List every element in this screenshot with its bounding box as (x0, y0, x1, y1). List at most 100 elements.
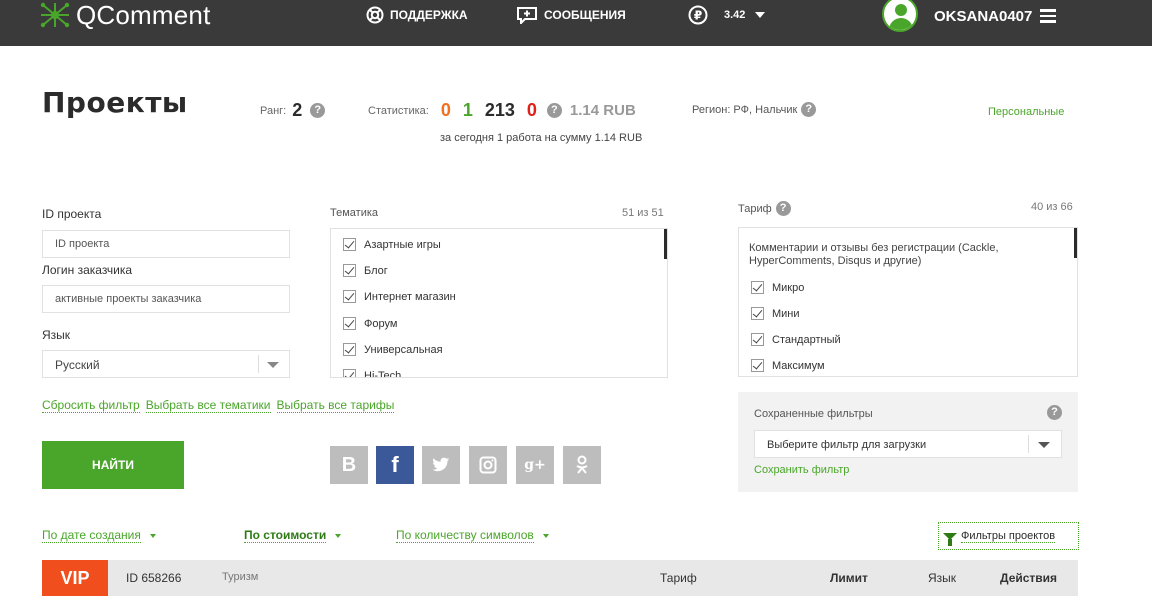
checkbox[interactable] (343, 369, 356, 377)
checkbox[interactable] (343, 317, 356, 330)
tariff-group-label: Комментарии и отзывы без регистрации (Ca… (749, 242, 999, 267)
chevron-down-icon (267, 362, 279, 368)
stats-rub: 1.14 RUB (569, 102, 636, 119)
topic-item[interactable]: Азартные игры (343, 238, 441, 251)
help-icon[interactable]: ? (775, 201, 791, 216)
tariff-item[interactable]: Стандартный (751, 333, 841, 346)
tariff-label: Мини (772, 307, 800, 320)
message-icon (517, 7, 537, 24)
sort-by-chars-label: По количеству символов (396, 528, 534, 543)
region: Регион: РФ, Нальчик ? (692, 102, 817, 117)
project-id-input[interactable]: ID проекта (42, 230, 290, 258)
balance-dropdown[interactable]: ₽ 3.42 (688, 5, 766, 25)
chevron-down-icon (335, 533, 342, 538)
personal-link[interactable]: Персональные (988, 106, 1064, 118)
twitter-icon[interactable] (422, 446, 460, 484)
tariff-list[interactable]: Комментарии и отзывы без регистрации (Ca… (738, 227, 1078, 377)
hamburger-icon[interactable] (1040, 9, 1057, 23)
project-topic: Туризм (222, 571, 259, 583)
topic-label: Блог (364, 264, 388, 277)
region-label: Регион: РФ, Нальчик (692, 103, 798, 116)
project-filters-button[interactable]: Фильтры проектов (938, 522, 1079, 550)
project-id: ID 658266 (126, 571, 182, 585)
topic-item[interactable]: Форум (343, 317, 397, 330)
saved-filters-panel: Сохраненные фильтры ? Выберите фильтр дл… (738, 392, 1078, 492)
column-actions: Действия (1000, 571, 1058, 585)
sort-by-date-label: По дате создания (42, 528, 141, 543)
google-plus-icon[interactable]: g+ (516, 446, 554, 484)
find-button[interactable]: НАЙТИ (42, 441, 184, 489)
tariff-item[interactable]: Мини (751, 307, 800, 320)
topic-label: Форум (364, 317, 398, 330)
chevron-down-icon (1038, 442, 1050, 448)
topic-label: Универсальная (364, 343, 443, 356)
instagram-icon[interactable] (469, 446, 507, 484)
topic-item[interactable]: Блог (343, 264, 388, 277)
column-tariff: Тариф (660, 571, 697, 585)
ruble-icon: ₽ (688, 5, 708, 25)
checkbox[interactable] (751, 333, 764, 346)
topic-item[interactable]: Интернет магазин (343, 290, 456, 303)
nav-messages[interactable]: СООБЩЕНИЯ (516, 6, 626, 24)
checkbox[interactable] (343, 290, 356, 303)
customer-login-input[interactable]: активные проекты заказчика (42, 285, 290, 313)
logo-icon (40, 2, 70, 28)
select-all-topics-link[interactable]: Выбрать все тематики (145, 398, 271, 413)
help-icon[interactable]: ? (801, 102, 817, 117)
avatar (882, 0, 918, 32)
table-row[interactable]: VIP ID 658266 Туризм Тариф Лимит Язык Де… (42, 560, 1078, 596)
save-filter-link[interactable]: Сохранить фильтр (754, 464, 849, 476)
project-filters-label: Фильтры проектов (961, 529, 1056, 543)
topics-list[interactable]: Азартные игры Блог Интернет магазин Фору… (330, 228, 668, 378)
stat-value: 0 (440, 100, 451, 120)
checkbox[interactable] (343, 238, 356, 251)
stat-value: 0 (526, 100, 537, 120)
rank-value: 2 (292, 100, 303, 120)
checkbox[interactable] (751, 307, 764, 320)
checkbox[interactable] (751, 281, 764, 294)
topic-label: Интернет магазин (364, 290, 456, 303)
tariff-title: Тариф ? (738, 201, 791, 216)
tariff-label: Микро (772, 281, 805, 294)
saved-filters-title: Сохраненные фильтры (754, 408, 873, 420)
page-title: Проекты (42, 86, 188, 119)
topic-label: Азартные игры (364, 238, 441, 251)
stat-value: 1 (462, 100, 473, 120)
tariff-item[interactable]: Максимум (751, 359, 825, 372)
reset-filter-link[interactable]: Сбросить фильтр (42, 398, 140, 413)
checkbox[interactable] (751, 359, 764, 372)
tariff-label: Максимум (772, 359, 825, 372)
vk-icon[interactable]: B (330, 446, 368, 484)
help-icon[interactable]: ? (546, 103, 562, 118)
select-all-tariffs-link[interactable]: Выбрать все тарифы (276, 398, 395, 413)
sort-by-date[interactable]: По дате создания (42, 528, 156, 543)
sort-by-cost[interactable]: По стоимости (244, 528, 342, 543)
sort-by-cost-label: По стоимости (244, 528, 327, 543)
tariff-title-label: Тариф (738, 202, 772, 215)
odnoklassniki-icon[interactable] (563, 446, 601, 484)
today-summary: за сегодня 1 работа на сумму 1.14 RUB (440, 132, 643, 144)
project-id-label: ID проекта (42, 207, 102, 221)
topic-item[interactable]: Hi-Tech (343, 369, 401, 377)
scrollbar[interactable] (664, 229, 667, 259)
nav-support[interactable]: ПОДДЕРЖКА (366, 6, 468, 24)
language-label: Язык (42, 328, 71, 342)
topics-title: Тематика (330, 207, 379, 219)
saved-filter-select[interactable]: Выберите фильтр для загрузки (754, 430, 1062, 458)
tariff-item[interactable]: Микро (751, 281, 804, 294)
help-icon[interactable]: ? (1047, 405, 1062, 420)
scrollbar[interactable] (1074, 228, 1077, 258)
help-icon[interactable]: ? (310, 103, 326, 118)
user-menu[interactable]: OKSANA0407 (882, 0, 1057, 32)
sort-by-chars[interactable]: По количеству символов (396, 528, 549, 543)
language-select[interactable]: Русский (42, 350, 290, 378)
checkbox[interactable] (343, 264, 356, 277)
balance-value: 3.42 (724, 9, 746, 21)
checkbox[interactable] (343, 343, 356, 356)
topic-item[interactable]: Универсальная (343, 343, 443, 356)
username: OKSANA0407 (934, 7, 1033, 25)
facebook-icon[interactable]: f (376, 446, 414, 484)
logo[interactable]: QComment (40, 0, 211, 30)
svg-text:₽: ₽ (694, 9, 702, 23)
topics-count: 51 из 51 (622, 207, 664, 219)
